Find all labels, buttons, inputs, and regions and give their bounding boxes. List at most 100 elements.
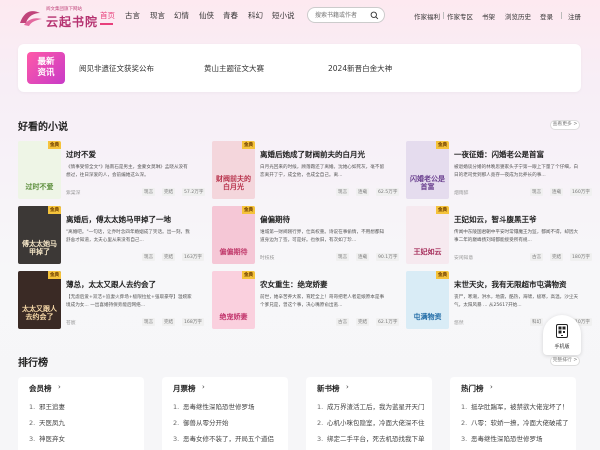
logo-icon [20, 11, 42, 26]
book-title[interactable]: 薄总，太太又跟人去约会了 [66, 279, 196, 290]
book-author[interactable]: 悠然 [454, 319, 464, 326]
book-title[interactable]: 一夜征婚：闪婚老公是首富 [454, 149, 584, 160]
link-register[interactable]: 注册 [568, 11, 581, 21]
cover-title: 过时不爱 [25, 183, 54, 191]
book-title[interactable]: 偏偏期待 [260, 214, 390, 225]
ranking-item[interactable]: 3. 恶毒女修不装了，开局五个道侣 [173, 433, 274, 443]
book-meta: 时枝枝 现言 连载 90.1万字 [260, 253, 400, 262]
book-card[interactable]: 金典 王妃如云 王妃如云，智斗腹黑王爷 传闻中东陵国君朝中平安时常镶魔王为监，都闻不得… [406, 206, 592, 264]
link-bookshelf[interactable]: 书架 [482, 11, 495, 21]
book-description: 谁城第一财阀刚行界，仕高权重。诗说在事偷情，不用想都知道身边为了签，可是好。也依… [260, 230, 385, 243]
ranking-item[interactable]: 1. 成万界渣活工后，我为蓝星开天门 [317, 401, 425, 411]
ranking-title[interactable]: 月票榜 [173, 383, 196, 394]
ranking-item[interactable]: 2. 八零：软娇一撩，冷面大佬破戒了 [461, 417, 569, 427]
book-cover[interactable]: 金典 过时不爱 [18, 141, 61, 199]
book-card[interactable]: 金典 太太又跟人去约会了 薄总，太太又跟人去约会了 【无虐后爱+双洁+追妻火葬场+极限… [18, 271, 204, 329]
nav-modern[interactable]: 现言 [150, 10, 165, 21]
ranking-item[interactable]: 1. 邪王追妻 [29, 401, 65, 411]
book-meta: 安闲知意 古言 完结 180万字 [454, 253, 592, 262]
search-icon[interactable] [370, 11, 379, 20]
ranking-item[interactable]: 3. 绑定二手平台，死去机恐找我下单 [317, 433, 425, 443]
rank-number: 1. [317, 403, 324, 411]
book-meta: 现言 完结 163万字 [66, 253, 204, 262]
book-author[interactable]: 苍宸 [66, 319, 76, 326]
ranking-title[interactable]: 会员榜 [29, 383, 52, 394]
book-title[interactable]: 过时不爱 [66, 149, 196, 160]
link-history[interactable]: 浏览历史 [505, 11, 531, 21]
ranking-item[interactable]: 2. 天医凤九 [29, 417, 65, 427]
ranking-item[interactable]: 2. 御兽从零分开始 [173, 417, 229, 427]
book-card[interactable]: 金典 绝宠娇妻 农女重生：绝宠娇妻 前世，她辛苦养大家，育赶全上！哥哥把老人者是娘原本… [212, 271, 400, 329]
ranking-item[interactable]: 2. 心机小咪包隐室，冷面大佬深不住 [317, 417, 425, 427]
book-title[interactable]: 离婚后她成了财阀前夫的白月光 [260, 149, 390, 160]
status-tag: 完结 [356, 318, 370, 326]
book-cover[interactable]: 金典 闪婚老公是首富 [406, 141, 449, 199]
genre-tag: 现言 [336, 188, 350, 196]
word-count-tag: 163万字 [182, 253, 204, 261]
ranking-item-title: 恶毒女修不装了，开局五个道侣 [183, 435, 274, 443]
chevron-right-icon[interactable]: › [346, 383, 349, 391]
link-login[interactable]: 登录 [540, 11, 553, 21]
book-cover[interactable]: 金典 财阀前夫的白月光 [212, 141, 255, 199]
genre-tag: 现言 [530, 188, 544, 196]
search-input[interactable] [315, 11, 367, 20]
book-cover[interactable]: 金典 绝宠娇妻 [212, 271, 255, 329]
book-cover[interactable]: 金典 屯满物资 [406, 271, 449, 329]
news-item[interactable]: 黄山主题征文大赛 [204, 63, 264, 74]
book-author[interactable]: 烟雨醉 [454, 189, 468, 196]
nav-xianxia[interactable]: 仙侠 [199, 10, 214, 21]
book-card[interactable]: 金典 闪婚老公是首富 一夜征婚：闪婚老公是首富 被退婚谈分婚的林晚思婆家头子宁第一眼上… [406, 141, 592, 199]
book-title[interactable]: 王妃如云，智斗腹黑王爷 [454, 214, 584, 225]
book-card[interactable]: 金典 财阀前夫的白月光 离婚后她成了财阀前夫的白月光 白月光回来的时候，顾落霜还了离婚… [212, 141, 400, 199]
link-author-zone[interactable]: 作家专区 [447, 11, 473, 21]
book-description: 《情事受惊全文*》陆南石是男主，金蒙女莫琳》孟晓从没有想过，往日深爱的人，会前编… [66, 165, 188, 178]
book-author[interactable]: 时枝枝 [260, 254, 274, 261]
ranking-item[interactable]: 1. 挺孕肚踹军，被禁欲大佬宠坏了！ [461, 401, 569, 411]
ranking-item[interactable]: 1. 恶毒继性深陷恐世修罗场 [173, 401, 255, 411]
ranking-item-title: 八零：软娇一撩，冷面大佬破戒了 [471, 419, 569, 427]
status-tag: 完结 [162, 253, 176, 261]
nav-short-story[interactable]: 短小说 [272, 10, 295, 21]
ranking-title[interactable]: 新书榜 [317, 383, 340, 394]
nav-scifi[interactable]: 科幻 [248, 10, 263, 21]
nav-home[interactable]: 首页 [100, 10, 115, 21]
book-card[interactable]: 金典 傅太太她马甲掉了 离婚后，傅太太她马甲掉了一地 "离婚吧。"一句话，让乔时念四年… [18, 206, 204, 264]
nav-youth[interactable]: 青春 [223, 10, 238, 21]
book-author[interactable]: 紫棠深 [66, 189, 80, 196]
book-cover[interactable]: 金典 偏偏期待 [212, 206, 255, 264]
ranking-list: 热门榜 › 1. 挺孕肚踹军，被禁欲大佬宠坏了！ 2. 八零：软娇一撩，冷面大佬破戒了 3.… [450, 377, 576, 450]
qrcode-icon [556, 324, 568, 338]
book-author[interactable]: 安闲知意 [454, 254, 473, 261]
mobile-version-button[interactable]: 手机版 [543, 315, 581, 355]
site-logo[interactable]: 阅文集团旗下网站 云起书院 [18, 4, 97, 29]
nav-fantasy-romance[interactable]: 幻情 [174, 10, 189, 21]
book-card[interactable]: 金典 过时不爱 过时不爱 《情事受惊全文*》陆南石是男主，金蒙女莫琳》孟晓从没有想过，… [18, 141, 206, 199]
book-title[interactable]: 农女重生：绝宠娇妻 [260, 279, 390, 290]
book-card[interactable]: 金典 偏偏期待 偏偏期待谁城第一财阀刚行界，仕高权重。诗说在事偷情，不用想都知道身边… [212, 206, 400, 264]
book-title[interactable]: 离婚后，傅太太她马甲掉了一地 [66, 214, 196, 225]
ranking-title[interactable]: 热门榜 [461, 383, 484, 394]
news-item[interactable]: 2024新晋白金大神 [328, 63, 392, 74]
book-description: 传闻中东陵国君朝中平安时常镶魔王为监，都闻不得，却因大事二年的巅峰扬刘域都能接受… [454, 230, 579, 243]
book-title[interactable]: 末世天灾，我有无限超市屯满物资 [454, 279, 584, 290]
book-cover[interactable]: 金典 太太又跟人去约会了 [18, 271, 61, 329]
news-item[interactable]: 阅见非遗征文获奖公布 [79, 63, 154, 74]
chevron-right-icon[interactable]: › [490, 383, 493, 391]
status-tag: 完结 [162, 318, 176, 326]
full-ranking-button[interactable]: 完整排行 > [550, 356, 580, 366]
chevron-right-icon[interactable]: › [58, 383, 61, 391]
ranking-list: 会员榜 › 1. 邪王追妻 2. 天医凤九 3. 神医弃女 [18, 377, 144, 450]
nav-ancient[interactable]: 古言 [125, 10, 140, 21]
ranking-item-title: 恶毒继性深陷恐世修罗场 [471, 435, 543, 443]
book-meta: 烟雨醉 现言 连载 160万字 [454, 188, 592, 197]
chevron-right-icon[interactable]: › [202, 383, 205, 391]
book-cover[interactable]: 金典 王妃如云 [406, 206, 449, 264]
link-author-benefits[interactable]: 作家福利 [414, 11, 440, 21]
book-cover[interactable]: 金典 傅太太她马甲掉了 [18, 206, 61, 264]
logo-name: 云起书院 [46, 15, 99, 29]
ranking-item[interactable]: 3. 恶毒继性深陷恐世修罗场 [461, 433, 543, 443]
ranking-item[interactable]: 3. 神医弃女 [29, 433, 65, 443]
book-description: 被退婚谈分婚的林晚思婆家头子宁第一眼上下量了个仔细，白日的老司觉到那人竟存一夜成… [454, 165, 579, 178]
view-more-button[interactable]: 查看更多 > [550, 120, 580, 130]
ranking-item-title: 御兽从零分开始 [183, 419, 229, 427]
